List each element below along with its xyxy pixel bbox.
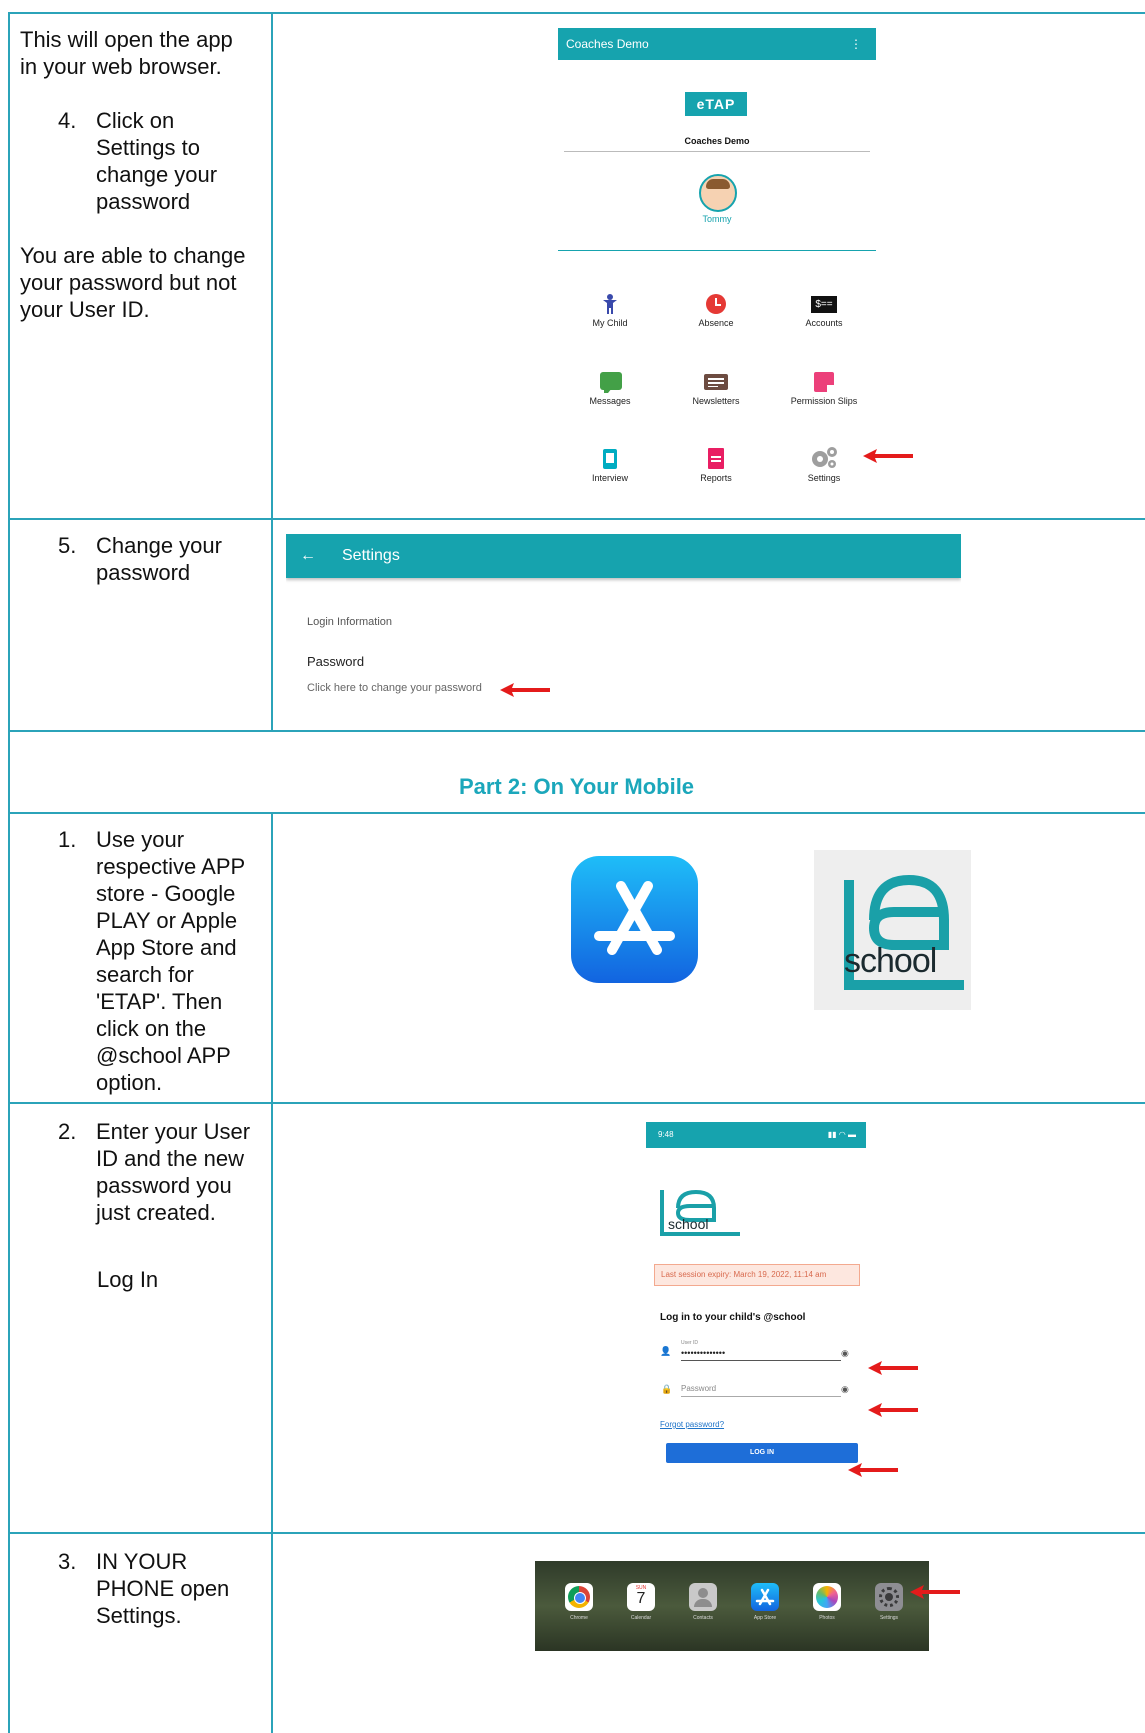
red-arrow-icon xyxy=(500,683,550,697)
app-store-icon[interactable] xyxy=(571,856,698,983)
chrome-icon[interactable] xyxy=(565,1583,593,1611)
step-number: 4. xyxy=(58,108,77,133)
step-text: IN YOUR PHONE open Settings. xyxy=(96,1549,230,1628)
dock-label-contacts: Contacts xyxy=(693,1615,713,1621)
gears-icon[interactable] xyxy=(810,446,838,470)
row-divider-2 xyxy=(8,730,1145,732)
step-text: Click on Settings to change your passwor… xyxy=(96,108,218,214)
tile-label-absence[interactable]: Absence xyxy=(671,318,761,328)
etap-web-app-screenshot: Coaches Demo ⋮ eTAP Coaches Demo Tommy M… xyxy=(558,28,876,493)
userid-label: User ID xyxy=(681,1340,698,1346)
red-arrow-icon xyxy=(868,1361,918,1375)
login-button[interactable]: LOG IN xyxy=(666,1443,858,1463)
status-time: 9:48 xyxy=(658,1130,674,1139)
eye-icon[interactable]: ◉ xyxy=(841,1384,849,1395)
step-text: Enter your User ID and the new password … xyxy=(96,1119,251,1225)
app-store-icon[interactable] xyxy=(751,1583,779,1611)
clock-icon[interactable] xyxy=(706,294,726,314)
row-divider-5 xyxy=(8,1532,1145,1534)
step-text: Use your respective APP store - Google P… xyxy=(96,827,245,1095)
password-input[interactable]: Password xyxy=(681,1384,841,1397)
part-2-title: Part 2: On Your Mobile xyxy=(458,774,695,799)
calendar-icon[interactable]: SUN 7 xyxy=(627,1583,655,1611)
school-logo-text: school xyxy=(844,942,937,980)
intro-text: This will open the app in your web brows… xyxy=(20,27,233,79)
border-left xyxy=(8,12,10,1733)
divider xyxy=(564,151,870,152)
lock-icon: 🔒 xyxy=(661,1384,673,1394)
settings-title: Settings xyxy=(342,547,400,564)
photos-icon[interactable] xyxy=(813,1583,841,1611)
step-number: 1. xyxy=(58,827,77,852)
tile-label-interview[interactable]: Interview xyxy=(565,473,655,483)
money-icon[interactable]: $== xyxy=(811,296,837,313)
log-in-text: Log In xyxy=(97,1267,159,1292)
red-arrow-icon xyxy=(868,1403,918,1417)
settings-header: ← Settings xyxy=(286,534,961,578)
red-arrow-icon xyxy=(910,1585,960,1599)
instruction-table: This will open the app in your web brows… xyxy=(8,12,1145,1733)
login-heading: Log in to your child's @school xyxy=(660,1312,806,1323)
tile-label-newsletters[interactable]: Newsletters xyxy=(671,396,761,406)
school-logo: school xyxy=(656,1180,746,1240)
red-arrow-icon xyxy=(848,1463,898,1477)
password-label: Password xyxy=(307,654,365,669)
step-number: 2. xyxy=(58,1119,77,1144)
app-header: Coaches Demo ⋮ xyxy=(558,28,876,60)
document-icon[interactable] xyxy=(708,448,724,469)
app-header-title: Coaches Demo xyxy=(566,37,649,51)
red-arrow-icon xyxy=(863,449,913,463)
settings-screenshot: ← Settings Login Information Password Cl… xyxy=(286,534,961,714)
tile-label-my-child[interactable]: My Child xyxy=(565,318,655,328)
dock-label-app-store: App Store xyxy=(753,1615,777,1621)
column-divider-upper xyxy=(271,12,273,732)
user-icon: 👤 xyxy=(660,1346,672,1356)
row-divider-1 xyxy=(8,518,1145,520)
tile-label-permission-slips[interactable]: Permission Slips xyxy=(779,396,869,406)
tile-label-accounts[interactable]: Accounts xyxy=(779,318,869,328)
step-number: 5. xyxy=(58,533,77,558)
tablet-icon[interactable] xyxy=(603,449,617,469)
back-arrow-icon[interactable]: ← xyxy=(300,534,316,578)
tile-label-settings[interactable]: Settings xyxy=(779,473,869,483)
forgot-password-link[interactable]: Forgot password? xyxy=(660,1420,724,1429)
tile-label-reports[interactable]: Reports xyxy=(671,473,761,483)
step-text: Change your password xyxy=(96,533,222,585)
row-divider-3 xyxy=(8,812,1145,814)
row-divider-4 xyxy=(8,1102,1145,1104)
child-name: Tommy xyxy=(702,214,732,224)
note-icon[interactable] xyxy=(814,372,834,392)
school-app-icon[interactable]: school xyxy=(814,850,971,1010)
column-divider-lower xyxy=(271,814,273,1733)
change-password-link[interactable]: Click here to change your password xyxy=(307,682,482,694)
child-avatar[interactable] xyxy=(699,174,737,212)
dock-label-chrome: Chrome xyxy=(570,1615,588,1621)
tile-label-messages[interactable]: Messages xyxy=(565,396,655,406)
userid-input[interactable]: •••••••••••••• xyxy=(681,1348,841,1361)
login-screenshot: 9:48 ▮▮ ◠ ▬ school Last session expiry: … xyxy=(646,1122,866,1508)
school-name: Coaches Demo xyxy=(684,136,750,146)
note-text: You are able to change your password but… xyxy=(20,243,246,322)
status-bar: 9:48 ▮▮ ◠ ▬ xyxy=(646,1122,866,1148)
phone-dock-screenshot: Chrome SUN 7 Calendar Contacts App Store… xyxy=(535,1561,929,1651)
child-icon[interactable] xyxy=(601,294,619,314)
session-expiry-alert: Last session expiry: March 19, 2022, 11:… xyxy=(654,1264,860,1286)
contacts-icon[interactable] xyxy=(689,1583,717,1611)
border-top xyxy=(8,12,1145,14)
step-number: 3. xyxy=(58,1549,77,1574)
newspaper-icon[interactable] xyxy=(704,374,728,390)
dock-label-calendar: Calendar xyxy=(630,1615,652,1621)
etap-logo: eTAP xyxy=(685,92,747,116)
dock-label-settings: Settings xyxy=(879,1615,899,1621)
overflow-menu-icon[interactable]: ⋮ xyxy=(850,28,862,60)
settings-icon[interactable] xyxy=(875,1583,903,1611)
divider-teal xyxy=(558,250,876,251)
section-label: Login Information xyxy=(307,616,392,628)
dock-label-photos: Photos xyxy=(819,1615,835,1621)
eye-icon[interactable]: ◉ xyxy=(841,1348,849,1359)
chat-icon[interactable] xyxy=(600,372,622,393)
